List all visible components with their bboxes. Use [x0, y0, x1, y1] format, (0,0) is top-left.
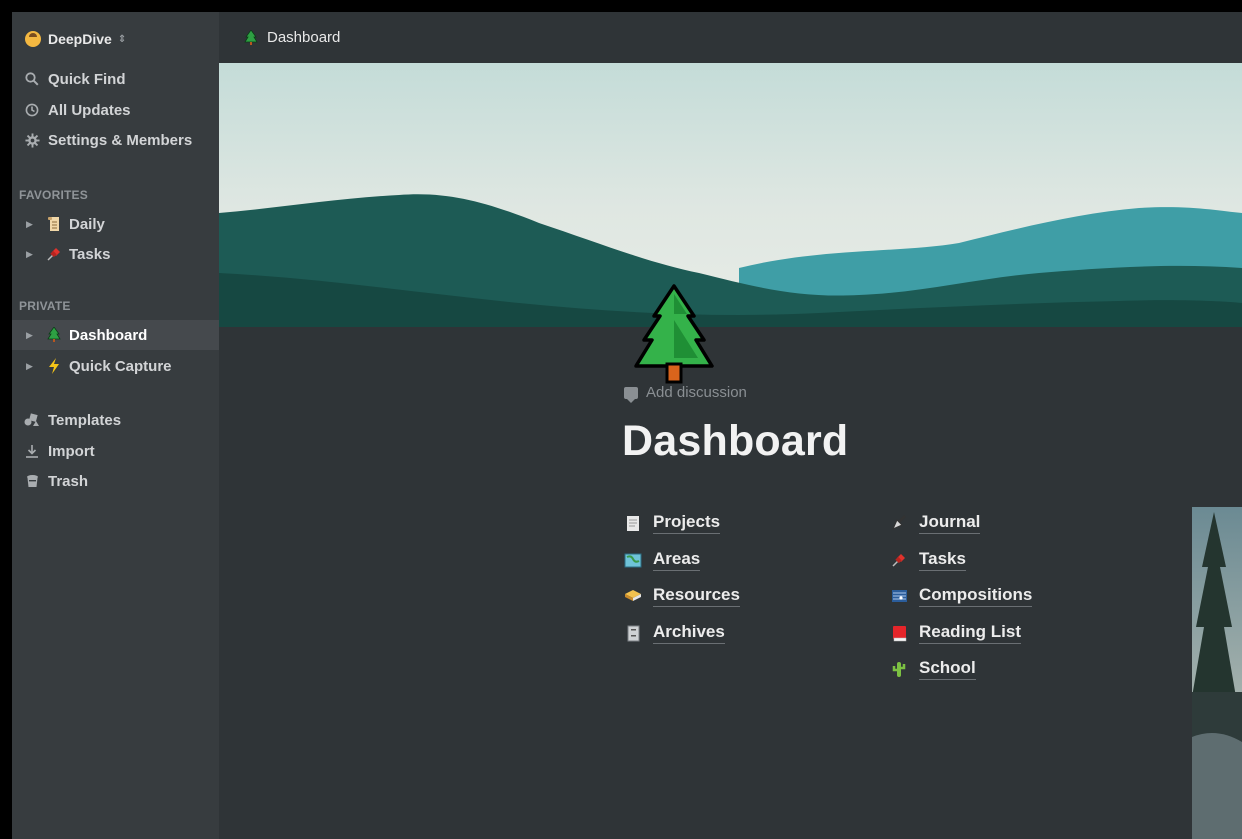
sidebar-item-label: Quick Capture	[69, 357, 172, 375]
link-label: School	[919, 658, 976, 680]
add-discussion-button[interactable]: Add discussion	[624, 384, 747, 403]
expand-triangle-icon[interactable]: ▶	[26, 361, 40, 372]
workspace-switcher[interactable]: DeepDive ⇕	[25, 29, 126, 49]
link-label: Reading List	[919, 622, 1022, 644]
favorites-heading: FAVORITES	[19, 188, 88, 202]
cover-image[interactable]	[219, 63, 1242, 327]
breadcrumb[interactable]: Dashboard	[244, 29, 340, 46]
link-archives[interactable]: Archives	[623, 622, 725, 644]
lightning-icon	[44, 358, 64, 374]
scroll-icon	[44, 216, 64, 232]
sidebar-item-templates[interactable]: Templates	[12, 405, 219, 435]
expand-triangle-icon[interactable]: ▶	[26, 219, 40, 230]
app-window: DeepDive ⇕ Quick Find All Updates Settin…	[12, 12, 1242, 839]
link-label: Compositions	[919, 585, 1033, 607]
evergreen-tree-icon	[244, 29, 258, 46]
expand-triangle-icon[interactable]: ▶	[26, 249, 40, 260]
sidebar-item-trash[interactable]: Trash	[12, 466, 219, 496]
pushpin-icon	[889, 552, 909, 568]
page-title[interactable]: Dashboard	[622, 417, 848, 466]
breadcrumb-label: Dashboard	[267, 29, 341, 46]
import-icon	[22, 444, 42, 459]
books-icon	[623, 589, 643, 603]
link-journal[interactable]: Journal	[889, 512, 981, 534]
sidebar-item-label: Settings & Members	[48, 131, 193, 149]
fountain-pen-icon	[889, 515, 909, 531]
red-book-icon	[889, 625, 909, 642]
link-label: Archives	[653, 622, 725, 644]
link-label: Tasks	[919, 549, 966, 571]
forest-image	[1192, 507, 1242, 839]
link-label: Projects	[653, 512, 721, 534]
sidebar-item-daily[interactable]: ▶ Daily	[12, 209, 219, 239]
sidebar-item-dashboard[interactable]: ▶ Dashboard	[12, 320, 219, 350]
sidebar-item-tasks[interactable]: ▶ Tasks	[12, 239, 219, 269]
link-label: Journal	[919, 512, 981, 534]
gear-icon	[22, 132, 42, 148]
link-compositions[interactable]: Compositions	[889, 585, 1033, 607]
sidebar-item-label: Trash	[48, 472, 89, 490]
link-reading-list[interactable]: Reading List	[889, 622, 1022, 644]
private-heading: PRIVATE	[19, 299, 71, 313]
sidebar-item-import[interactable]: Import	[12, 436, 219, 466]
page-icon-evergreen-tree[interactable]	[632, 282, 716, 386]
sidebar-item-label: Templates	[48, 411, 122, 429]
sidebar-item-quick-capture[interactable]: ▶ Quick Capture	[12, 351, 219, 381]
sidebar-item-label: Import	[48, 442, 95, 460]
link-projects[interactable]: Projects	[623, 512, 721, 534]
sidebar-item-label: Quick Find	[48, 70, 126, 88]
expand-triangle-icon[interactable]: ▶	[26, 330, 40, 341]
comment-icon	[624, 386, 638, 403]
chevron-up-down-icon: ⇕	[117, 33, 127, 45]
trash-icon	[22, 474, 42, 488]
sidebar-item-label: Dashboard	[69, 326, 148, 344]
sidebar: DeepDive ⇕ Quick Find All Updates Settin…	[12, 12, 219, 839]
sidebar-item-all-updates[interactable]: All Updates	[12, 95, 219, 125]
link-areas[interactable]: Areas	[623, 549, 701, 571]
workspace-name: DeepDive	[48, 31, 112, 47]
link-tasks[interactable]: Tasks	[889, 549, 966, 571]
musical-score-icon	[889, 588, 909, 604]
search-icon	[22, 72, 42, 86]
sidebar-item-label: Tasks	[69, 245, 111, 263]
page-icon	[623, 515, 643, 532]
add-discussion-label: Add discussion	[646, 384, 747, 401]
file-cabinet-icon	[623, 625, 643, 642]
map-icon	[623, 553, 643, 568]
workspace-avatar-icon	[25, 31, 41, 47]
clock-icon	[22, 103, 42, 117]
evergreen-tree-icon	[44, 327, 64, 343]
sidebar-item-label: All Updates	[48, 101, 131, 119]
top-bar: Dashboard	[219, 12, 1242, 63]
link-resources[interactable]: Resources	[623, 585, 740, 607]
link-school[interactable]: School	[889, 658, 976, 680]
cactus-icon	[889, 661, 909, 678]
sidebar-item-quick-find[interactable]: Quick Find	[12, 64, 219, 94]
sidebar-item-settings[interactable]: Settings & Members	[12, 125, 219, 155]
pushpin-icon	[44, 246, 64, 262]
sidebar-item-label: Daily	[69, 215, 105, 233]
templates-icon	[22, 413, 42, 427]
link-label: Resources	[653, 585, 740, 607]
link-label: Areas	[653, 549, 701, 571]
